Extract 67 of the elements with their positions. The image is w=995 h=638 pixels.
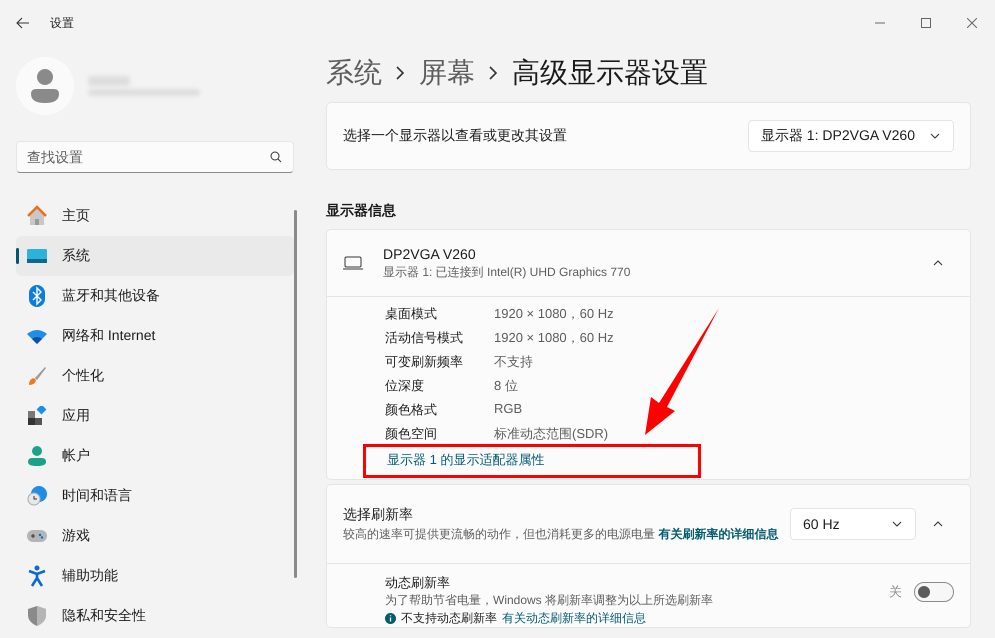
- chevron-right-icon: [396, 66, 405, 80]
- chevron-right-icon: [489, 66, 498, 80]
- info-label: 可变刷新频率: [385, 353, 464, 371]
- display-name: DP2VGA V260: [383, 246, 477, 262]
- note-text: 不支持动态刷新率: [401, 610, 497, 627]
- adapter-properties-link[interactable]: 显示器 1 的显示适配器属性: [387, 452, 544, 467]
- breadcrumb-item[interactable]: 系统: [326, 54, 382, 92]
- nav-item[interactable]: 辅助功能: [16, 556, 294, 596]
- info-value: 1920 × 1080，60 Hz: [494, 329, 615, 347]
- breadcrumb-item[interactable]: 屏幕: [419, 54, 475, 92]
- nav-item[interactable]: 应用: [16, 396, 294, 436]
- info-value: RGB: [494, 401, 524, 418]
- setting-title: 选择刷新率: [343, 506, 413, 522]
- setting-label: 选择一个显示器以查看或更改其设置: [343, 127, 568, 145]
- person-icon: [28, 446, 46, 466]
- house-icon: [26, 205, 48, 227]
- search-icon: [270, 151, 282, 163]
- back-arrow-icon[interactable]: [16, 17, 30, 29]
- close-icon: [967, 18, 977, 28]
- brush-icon: [27, 366, 47, 386]
- info-value: 1920 × 1080，60 Hz: [494, 305, 615, 323]
- nav-item[interactable]: 帐户: [16, 436, 294, 476]
- refresh-rate-dropdown[interactable]: 60 Hz: [790, 508, 916, 540]
- info-label: 桌面模式: [385, 305, 438, 323]
- person-silhouette-icon: [31, 69, 59, 103]
- dynamic-refresh-info-link[interactable]: 有关动态刷新率的详细信息: [502, 610, 646, 627]
- info-label: 位深度: [385, 377, 425, 395]
- info-label: 活动信号模式: [385, 329, 464, 347]
- accessibility-icon: [28, 565, 46, 587]
- nav-item[interactable]: 网络和 Internet: [16, 316, 294, 356]
- bluetooth-icon: [29, 285, 45, 307]
- globe-clock-icon: [27, 486, 47, 506]
- scrollbar-thumb[interactable]: [294, 210, 297, 578]
- display-subtitle: 显示器 1: 已连接到 Intel(R) UHD Graphics 770: [383, 264, 632, 280]
- laptop-icon: [343, 256, 363, 270]
- shield-icon: [28, 606, 46, 626]
- setting-description: 为了帮助节省电量，Windows 将刷新率调整为以上所选刷新率: [385, 592, 714, 609]
- info-value: 8 位: [494, 377, 519, 395]
- setting-title: 动态刷新率: [385, 574, 451, 592]
- info-icon: [385, 613, 396, 624]
- nav-item[interactable]: 游戏: [16, 516, 294, 556]
- refresh-rate-info-link[interactable]: 有关刷新率的详细信息: [658, 527, 778, 541]
- nav-item[interactable]: 隐私和安全性: [16, 596, 294, 636]
- section-heading: 显示器信息: [326, 202, 397, 220]
- info-label: 颜色空间: [385, 425, 438, 443]
- window-title: 设置: [50, 14, 74, 32]
- gamepad-icon: [27, 530, 47, 542]
- wifi-icon: [27, 328, 47, 344]
- info-value: 标准动态范围(SDR): [494, 425, 610, 443]
- nav-item[interactable]: 系统: [16, 236, 294, 276]
- dynamic-refresh-toggle[interactable]: [914, 582, 954, 602]
- display-dropdown[interactable]: 显示器 1: DP2VGA V260: [748, 120, 954, 152]
- breadcrumb-item: 高级显示器设置: [512, 56, 708, 90]
- maximize-icon: [921, 18, 931, 28]
- apps-icon: [27, 406, 47, 426]
- search-field[interactable]: 查找设置: [16, 141, 294, 173]
- info-label: 颜色格式: [385, 401, 438, 419]
- nav-item[interactable]: 个性化: [16, 356, 294, 396]
- nav-item[interactable]: 蓝牙和其他设备: [16, 276, 294, 316]
- toggle-state-label: 关: [889, 583, 902, 601]
- setting-description: 较高的速率可提供更流畅的动作，但也消耗更多的电源电量 有关刷新率的详细信息: [343, 526, 780, 542]
- selection-indicator: [16, 248, 19, 264]
- nav-item[interactable]: 时间和语言: [16, 476, 294, 516]
- info-value: 不支持: [494, 353, 534, 371]
- minimize-icon: [875, 22, 885, 24]
- nav-item[interactable]: 主页: [16, 196, 294, 236]
- monitor-icon: [27, 249, 47, 263]
